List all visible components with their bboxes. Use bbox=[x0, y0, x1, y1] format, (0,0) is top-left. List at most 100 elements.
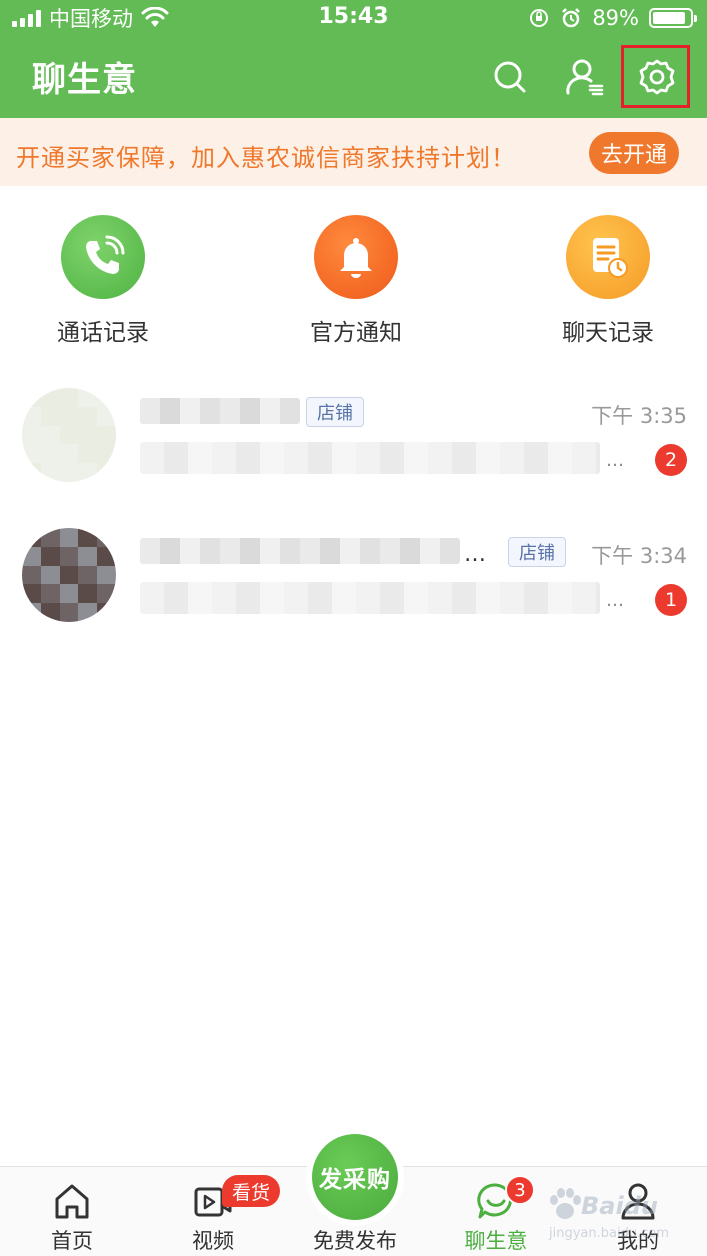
avatar-pixel bbox=[59, 528, 79, 547]
avatar-pixel bbox=[22, 425, 41, 445]
alarm-icon bbox=[562, 8, 581, 28]
tab-home[interactable]: 首页 bbox=[22, 1167, 122, 1256]
watermark-url: jingyan.baidu.com bbox=[549, 1226, 669, 1241]
avatar-pixel bbox=[97, 603, 116, 622]
contacts-button[interactable] bbox=[558, 50, 612, 104]
bell-icon bbox=[340, 238, 372, 278]
search-icon bbox=[494, 61, 526, 93]
tab-home-label: 首页 bbox=[51, 1229, 93, 1253]
avatar-pixel bbox=[97, 546, 116, 566]
avatar-pixel bbox=[59, 388, 79, 407]
activate-button[interactable]: 去开通 bbox=[589, 132, 679, 174]
watermark-text: Baidu bbox=[581, 1192, 658, 1220]
shop-tag: 店铺 bbox=[508, 537, 566, 567]
avatar bbox=[22, 388, 116, 482]
avatar-pixel bbox=[22, 528, 41, 547]
quick-actions: 通话记录 官方通知 聊天记录 bbox=[0, 210, 707, 350]
avatar-pixel bbox=[97, 584, 116, 604]
avatar-pixel bbox=[40, 546, 60, 566]
preview-ellipsis: … bbox=[606, 450, 626, 471]
unread-badge: 1 bbox=[655, 584, 687, 616]
battery-icon bbox=[649, 8, 697, 28]
avatar-pixel bbox=[59, 444, 79, 464]
avatar-pixel bbox=[97, 528, 116, 547]
chat-history-circle bbox=[566, 215, 650, 299]
avatar-pixel bbox=[78, 546, 98, 566]
avatar-pixel bbox=[22, 546, 41, 566]
avatar-pixel bbox=[78, 463, 98, 482]
app-header: 聊生意 bbox=[0, 36, 707, 118]
avatar-pixel bbox=[59, 546, 79, 566]
contact-name-blurred bbox=[140, 398, 300, 424]
conversation-item[interactable]: … 店铺 下午 3:34 … 1 bbox=[0, 520, 707, 640]
publish-purchase-button[interactable]: 发采购 bbox=[306, 1128, 404, 1226]
avatar-pixel bbox=[97, 444, 116, 464]
preview-ellipsis: … bbox=[606, 590, 626, 611]
contacts-icon bbox=[566, 59, 604, 96]
avatar-pixel bbox=[40, 603, 60, 622]
call-records-circle bbox=[61, 215, 145, 299]
message-preview-blurred bbox=[140, 442, 600, 474]
avatar-pixel bbox=[59, 425, 79, 445]
status-bar: 中国移动 15:43 89% bbox=[0, 0, 707, 36]
video-badge: 看货 bbox=[222, 1175, 281, 1207]
avatar-pixel bbox=[40, 425, 60, 445]
shop-tag: 店铺 bbox=[306, 397, 364, 427]
avatar-pixel bbox=[97, 425, 116, 445]
orientation-lock-icon bbox=[530, 9, 549, 27]
status-right: 89% bbox=[528, 4, 697, 32]
avatar-pixel bbox=[78, 528, 98, 547]
chat-history-button[interactable]: 聊天记录 bbox=[533, 210, 683, 347]
battery-fill bbox=[653, 12, 686, 24]
avatar-pixel bbox=[22, 584, 41, 604]
page-title: 聊生意 bbox=[32, 60, 137, 100]
contact-name-blurred bbox=[140, 538, 460, 564]
avatar-pixel bbox=[40, 528, 60, 547]
avatar-pixel bbox=[40, 388, 60, 407]
avatar-pixel bbox=[78, 388, 98, 407]
avatar-pixel bbox=[40, 463, 60, 482]
avatar-pixel bbox=[97, 463, 116, 482]
avatar-pixel bbox=[59, 463, 79, 482]
avatar-pixel bbox=[59, 584, 79, 604]
avatar-pixel bbox=[22, 388, 41, 407]
avatar-pixel bbox=[40, 406, 60, 426]
avatar-pixel bbox=[22, 444, 41, 464]
search-button[interactable] bbox=[483, 50, 537, 104]
chat-unread-badge: 3 bbox=[505, 1175, 535, 1205]
avatar-pixel bbox=[78, 425, 98, 445]
call-records-button[interactable]: 通话记录 bbox=[28, 210, 178, 347]
settings-highlight-box bbox=[621, 45, 690, 108]
avatar-pixel bbox=[97, 388, 116, 407]
battery-percent: 89% bbox=[592, 6, 639, 30]
conversation-item[interactable]: 店铺 下午 3:35 … 2 bbox=[0, 380, 707, 500]
avatar-pixel bbox=[97, 406, 116, 426]
home-icon bbox=[55, 1184, 89, 1219]
avatar-pixel bbox=[22, 463, 41, 482]
avatar bbox=[22, 528, 116, 622]
call-records-label: 通话记录 bbox=[57, 320, 149, 346]
avatar-pixel bbox=[59, 406, 79, 426]
promo-text: 开通买家保障，加入惠农诚信商家扶持计划！ bbox=[16, 144, 516, 172]
avatar-pixel bbox=[78, 584, 98, 604]
paw-logo-icon bbox=[550, 1188, 581, 1219]
tab-video-label: 视频 bbox=[192, 1229, 234, 1253]
official-notice-button[interactable]: 官方通知 bbox=[281, 210, 431, 347]
tab-publish-label: 免费发布 bbox=[313, 1229, 397, 1253]
official-notice-label: 官方通知 bbox=[310, 320, 402, 346]
chat-history-label: 聊天记录 bbox=[562, 320, 654, 346]
tab-chat-label: 聊生意 bbox=[464, 1229, 528, 1253]
avatar-pixel bbox=[22, 603, 41, 622]
avatar-pixel bbox=[97, 565, 116, 585]
avatar-pixel bbox=[78, 406, 98, 426]
official-notice-circle bbox=[314, 215, 398, 299]
avatar-pixel bbox=[59, 603, 79, 622]
publish-purchase-label: 发采购 bbox=[312, 1134, 398, 1220]
message-preview-blurred bbox=[140, 582, 600, 614]
avatar-pixel bbox=[40, 565, 60, 585]
document-clock-icon bbox=[593, 238, 628, 278]
avatar-pixel bbox=[78, 603, 98, 622]
avatar-pixel bbox=[22, 565, 41, 585]
avatar-pixel bbox=[78, 444, 98, 464]
promo-banner: 开通买家保障，加入惠农诚信商家扶持计划！ 去开通 bbox=[0, 118, 707, 186]
